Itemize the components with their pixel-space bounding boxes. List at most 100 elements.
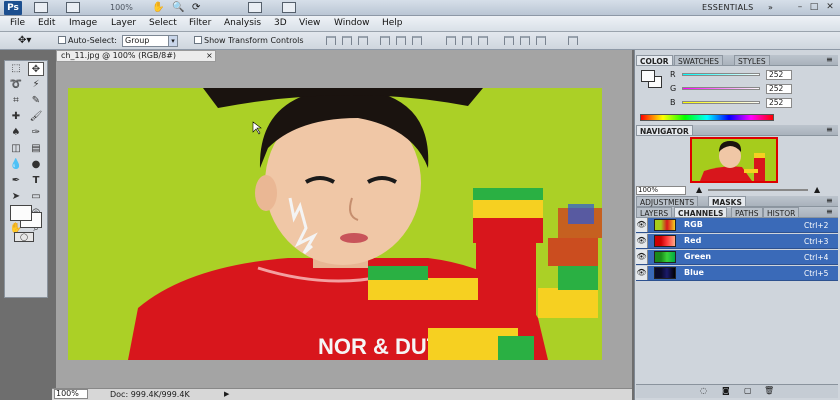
zoom-in-icon[interactable]: ▲	[814, 185, 820, 194]
distribute-vcenter-icon[interactable]	[462, 36, 472, 45]
r-slider[interactable]	[682, 73, 760, 76]
menu-layer[interactable]: Layer	[111, 18, 136, 28]
distribute-hcenter-icon[interactable]	[520, 36, 530, 45]
channel-row-rgb[interactable]: 👁 RGB Ctrl+2	[636, 218, 838, 233]
save-selection-icon[interactable]: ◙	[722, 386, 730, 395]
minimize-button[interactable]: –	[794, 2, 806, 13]
channel-row-red[interactable]: 👁 Red Ctrl+3	[636, 234, 838, 249]
show-transform-checkbox[interactable]	[194, 36, 202, 44]
tab-layers[interactable]: LAYERS	[636, 207, 673, 218]
adjustments-menu-icon[interactable]: ≡	[826, 196, 833, 205]
eye-icon[interactable]: 👁	[636, 218, 648, 232]
tab-navigator[interactable]: NAVIGATOR	[636, 125, 693, 136]
menu-window[interactable]: Window	[334, 18, 370, 28]
document-close-icon[interactable]: ×	[206, 51, 213, 60]
move-tool-icon[interactable]: ✥	[28, 62, 44, 76]
lasso-tool-icon[interactable]: ➰	[8, 78, 24, 92]
quick-mask-icon[interactable]: ◯	[14, 232, 34, 242]
dodge-tool-icon[interactable]: ●	[28, 158, 44, 172]
menu-select[interactable]: Select	[149, 18, 177, 28]
tab-paths[interactable]: PATHS	[731, 207, 763, 218]
pen-tool-icon[interactable]: ✒	[8, 174, 24, 188]
navigator-zoom-slider[interactable]	[708, 189, 808, 191]
eye-icon[interactable]: 👁	[636, 266, 648, 280]
navigator-menu-icon[interactable]: ≡	[826, 125, 833, 134]
r-value[interactable]: 252	[766, 70, 792, 80]
new-channel-icon[interactable]: ▢	[744, 386, 752, 395]
gradient-icon[interactable]: ▤	[28, 142, 44, 156]
shape-tool-icon[interactable]: ▭	[28, 190, 44, 204]
eye-icon[interactable]: 👁	[636, 234, 648, 248]
document-image[interactable]: NOR & DUT	[68, 88, 602, 360]
auto-select-checkbox[interactable]	[58, 36, 66, 44]
navigator-zoom-field[interactable]: 100%	[636, 186, 686, 195]
status-arrow-icon[interactable]: ▶	[224, 390, 229, 398]
arrange-documents-icon[interactable]	[248, 2, 262, 13]
align-hcenter-icon[interactable]	[396, 36, 406, 45]
magic-wand-icon[interactable]: ⚡	[28, 78, 44, 92]
menu-edit[interactable]: Edit	[38, 18, 55, 28]
clone-stamp-icon[interactable]: ♠	[8, 126, 24, 140]
menu-help[interactable]: Help	[382, 18, 403, 28]
align-left-icon[interactable]	[380, 36, 390, 45]
auto-align-icon[interactable]	[568, 36, 578, 45]
path-select-icon[interactable]: ➤	[8, 190, 24, 204]
channel-row-green[interactable]: 👁 Green Ctrl+4	[636, 250, 838, 265]
align-top-icon[interactable]	[326, 36, 336, 45]
channel-row-blue[interactable]: 👁 Blue Ctrl+5	[636, 266, 838, 281]
workspace-menu-icon[interactable]: »	[768, 3, 773, 12]
marquee-tool-icon[interactable]: ⬚	[8, 62, 24, 76]
distribute-left-icon[interactable]	[504, 36, 514, 45]
chevron-down-icon[interactable]: ▾	[168, 35, 178, 47]
photoshop-logo[interactable]: Ps	[4, 1, 22, 15]
rotate-view-icon[interactable]: ⟳	[192, 2, 200, 13]
screen-mode-icon[interactable]	[282, 2, 296, 13]
menu-filter[interactable]: Filter	[189, 18, 211, 28]
align-bottom-icon[interactable]	[358, 36, 368, 45]
crop-tool-icon[interactable]: ⌗	[8, 94, 24, 108]
eye-icon[interactable]: 👁	[636, 250, 648, 264]
type-tool-icon[interactable]: T	[28, 174, 44, 188]
tab-history[interactable]: HISTOR	[763, 207, 800, 218]
move-tool-preset-icon[interactable]: ✥▾	[18, 35, 31, 46]
status-zoom-field[interactable]: 100%	[54, 389, 88, 399]
delete-channel-icon[interactable]: 🗑	[764, 386, 774, 395]
panel-menu-icon[interactable]: ≡	[826, 55, 833, 64]
eyedropper-icon[interactable]: ✎	[28, 94, 44, 108]
bridge-icon[interactable]	[34, 2, 48, 13]
eraser-icon[interactable]: ◫	[8, 142, 24, 156]
workspace-switcher[interactable]: ESSENTIALS	[702, 3, 754, 12]
distribute-right-icon[interactable]	[536, 36, 546, 45]
document-tab[interactable]: ch_11.jpg @ 100% (RGB/8#)	[56, 50, 216, 62]
align-vcenter-icon[interactable]	[342, 36, 352, 45]
b-value[interactable]: 252	[766, 98, 792, 108]
g-value[interactable]: 252	[766, 84, 792, 94]
zoom-level[interactable]: 100%	[110, 3, 133, 12]
layers-menu-icon[interactable]: ≡	[826, 207, 833, 216]
menu-view[interactable]: View	[299, 18, 320, 28]
status-doc-size[interactable]: Doc: 999.4K/999.4K	[110, 390, 190, 399]
history-brush-icon[interactable]: ✑	[28, 126, 44, 140]
menu-image[interactable]: Image	[69, 18, 97, 28]
zoom-out-icon[interactable]: ▲	[696, 185, 702, 194]
mini-bridge-icon[interactable]	[66, 2, 80, 13]
healing-brush-icon[interactable]: ✚	[8, 110, 24, 124]
menu-file[interactable]: File	[10, 18, 25, 28]
blur-tool-icon[interactable]: 💧	[8, 158, 24, 172]
menu-analysis[interactable]: Analysis	[224, 18, 261, 28]
distribute-bottom-icon[interactable]	[478, 36, 488, 45]
tab-color[interactable]: COLOR	[636, 55, 673, 66]
distribute-top-icon[interactable]	[446, 36, 456, 45]
navigator-thumbnail[interactable]	[690, 137, 778, 183]
zoom-tool-icon[interactable]: 🔍	[172, 2, 184, 13]
g-slider[interactable]	[682, 87, 760, 90]
color-fg-swatch[interactable]	[641, 70, 655, 82]
tab-channels[interactable]: CHANNELS	[674, 207, 728, 218]
tab-adjustments[interactable]: ADJUSTMENTS	[636, 196, 699, 207]
brush-tool-icon[interactable]: 🖌	[28, 110, 44, 124]
color-spectrum-bar[interactable]	[640, 114, 774, 121]
align-right-icon[interactable]	[412, 36, 422, 45]
b-slider[interactable]	[682, 101, 760, 104]
foreground-color-swatch[interactable]	[10, 205, 32, 221]
tab-styles[interactable]: STYLES	[734, 55, 770, 66]
